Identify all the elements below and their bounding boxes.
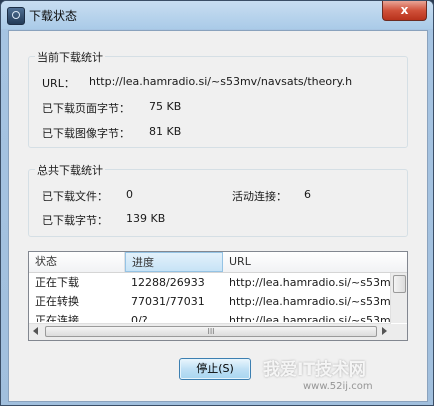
scrollbar-corner	[391, 324, 407, 340]
vertical-scroll-thumb[interactable]	[393, 275, 406, 293]
row-status: 正在下载	[35, 276, 79, 289]
app-icon	[7, 7, 25, 25]
list-body: 正在下载 12288/26933 http://lea.hamradio.si/…	[29, 273, 391, 322]
column-header-progress[interactable]: 进度	[125, 252, 223, 272]
dialog-client-area: 当前下载统计 URL： http://lea.hamradio.si/~s53m…	[8, 30, 428, 402]
total-bytes-value: 139 KB	[126, 212, 166, 225]
files-label: 已下载文件：	[42, 190, 108, 203]
list-header: 状态 进度 URL	[29, 252, 407, 273]
scroll-right-arrow-icon[interactable]	[382, 327, 387, 335]
url-value: http://lea.hamradio.si/~s53mv/navsats/th…	[89, 75, 353, 88]
row-progress: 77031/77031	[131, 295, 205, 308]
column-header-url[interactable]: URL	[223, 252, 407, 272]
horizontal-scrollbar[interactable]: III	[29, 323, 391, 340]
row-url: http://lea.hamradio.si/~s53mv/	[229, 276, 391, 289]
download-status-window: 下载状态 x 当前下载统计 URL： http://lea.hamradio.s…	[0, 0, 434, 406]
window-title: 下载状态	[29, 9, 78, 23]
watermark-logo: 我爱IT技术网 www.52ij.com	[263, 355, 423, 399]
row-progress: 12288/26933	[131, 276, 205, 289]
vertical-scrollbar[interactable]	[390, 273, 407, 323]
connections-value: 6	[304, 188, 311, 201]
title-bar[interactable]: 下载状态 x	[1, 1, 433, 29]
column-header-status[interactable]: 状态	[29, 252, 125, 272]
group-title-total: 总共下载统计	[35, 162, 105, 178]
row-status: 正在转换	[35, 295, 79, 308]
row-url: http://lea.hamradio.si/~s53mv/	[229, 295, 391, 308]
stop-button[interactable]: 停止(S)	[179, 358, 251, 380]
connections-label: 活动连接：	[232, 190, 287, 203]
total-bytes-label: 已下载字节：	[42, 214, 108, 227]
download-list[interactable]: 状态 进度 URL 正在下载 12288/26933 http://lea.ha…	[28, 251, 408, 341]
row-status: 正在连接	[35, 314, 79, 322]
group-title-current: 当前下载统计	[35, 49, 105, 65]
page-bytes-value: 75 KB	[149, 100, 182, 113]
row-url: http://lea.hamradio.si/~s53mv/	[229, 314, 391, 322]
horizontal-scroll-thumb[interactable]: III	[45, 326, 377, 337]
files-value: 0	[126, 188, 133, 201]
scroll-left-arrow-icon[interactable]	[33, 327, 38, 335]
image-bytes-label: 已下载图像字节：	[42, 127, 130, 140]
list-row[interactable]: 正在转换 77031/77031 http://lea.hamradio.si/…	[29, 292, 391, 311]
watermark-text: 我爱IT技术网	[263, 360, 366, 380]
page-bytes-label: 已下载页面字节：	[42, 102, 130, 115]
row-progress: 0/?	[131, 314, 148, 322]
list-row[interactable]: 正在连接 0/? http://lea.hamradio.si/~s53mv/	[29, 311, 391, 322]
url-label: URL：	[42, 77, 75, 90]
image-bytes-value: 81 KB	[149, 125, 182, 138]
close-button[interactable]: x	[382, 1, 427, 21]
list-row[interactable]: 正在下载 12288/26933 http://lea.hamradio.si/…	[29, 273, 391, 292]
watermark-sub: www.52ij.com	[303, 381, 373, 392]
